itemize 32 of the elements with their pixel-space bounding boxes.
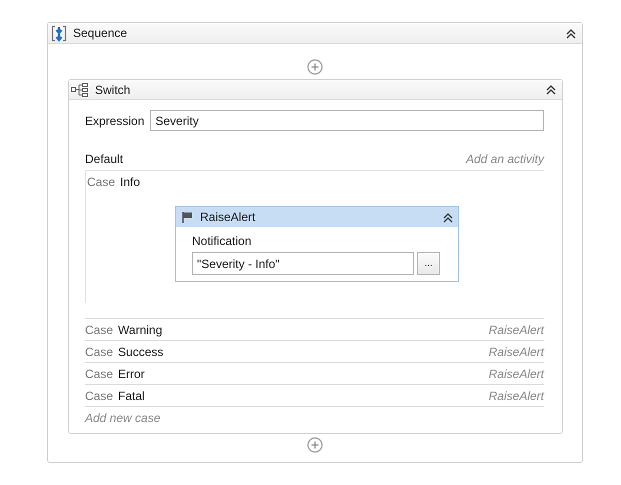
- sequence-icon: [51, 24, 67, 42]
- activity-header[interactable]: RaiseAlert: [176, 207, 458, 227]
- case-value[interactable]: Fatal: [118, 388, 145, 402]
- add-icon[interactable]: [307, 437, 323, 453]
- default-label: Default: [85, 152, 124, 166]
- add-icon[interactable]: [307, 59, 323, 75]
- case-keyword: Case: [87, 175, 116, 189]
- collapse-icon[interactable]: [565, 26, 577, 40]
- case-value[interactable]: Success: [118, 344, 164, 358]
- expression-label: Expression: [85, 114, 144, 128]
- activity-name: RaiseAlert: [488, 322, 544, 336]
- collapse-icon[interactable]: [442, 210, 454, 224]
- switch-title: Switch: [95, 82, 132, 96]
- activity-name: RaiseAlert: [488, 344, 544, 358]
- browse-button[interactable]: ...: [417, 252, 440, 275]
- case-value: Info: [120, 175, 140, 189]
- case-value[interactable]: Error: [118, 366, 145, 380]
- notification-field[interactable]: "Severity - Info": [192, 252, 414, 275]
- sequence-title: Sequence: [73, 26, 128, 40]
- case-keyword: Case: [85, 366, 114, 380]
- case-keyword: Case: [85, 388, 114, 402]
- flag-icon: [180, 210, 194, 224]
- case-value[interactable]: Warning: [118, 322, 162, 336]
- collapse-icon[interactable]: [545, 83, 557, 96]
- notification-label: Notification: [192, 234, 252, 248]
- activity-title: RaiseAlert: [200, 210, 256, 224]
- case-keyword: Case: [85, 322, 114, 336]
- switch-icon: [71, 82, 89, 96]
- activity-name: RaiseAlert: [488, 366, 544, 380]
- activity-name: RaiseAlert: [488, 388, 544, 402]
- case-keyword: Case: [85, 344, 114, 358]
- expression-field[interactable]: Severity: [150, 110, 544, 131]
